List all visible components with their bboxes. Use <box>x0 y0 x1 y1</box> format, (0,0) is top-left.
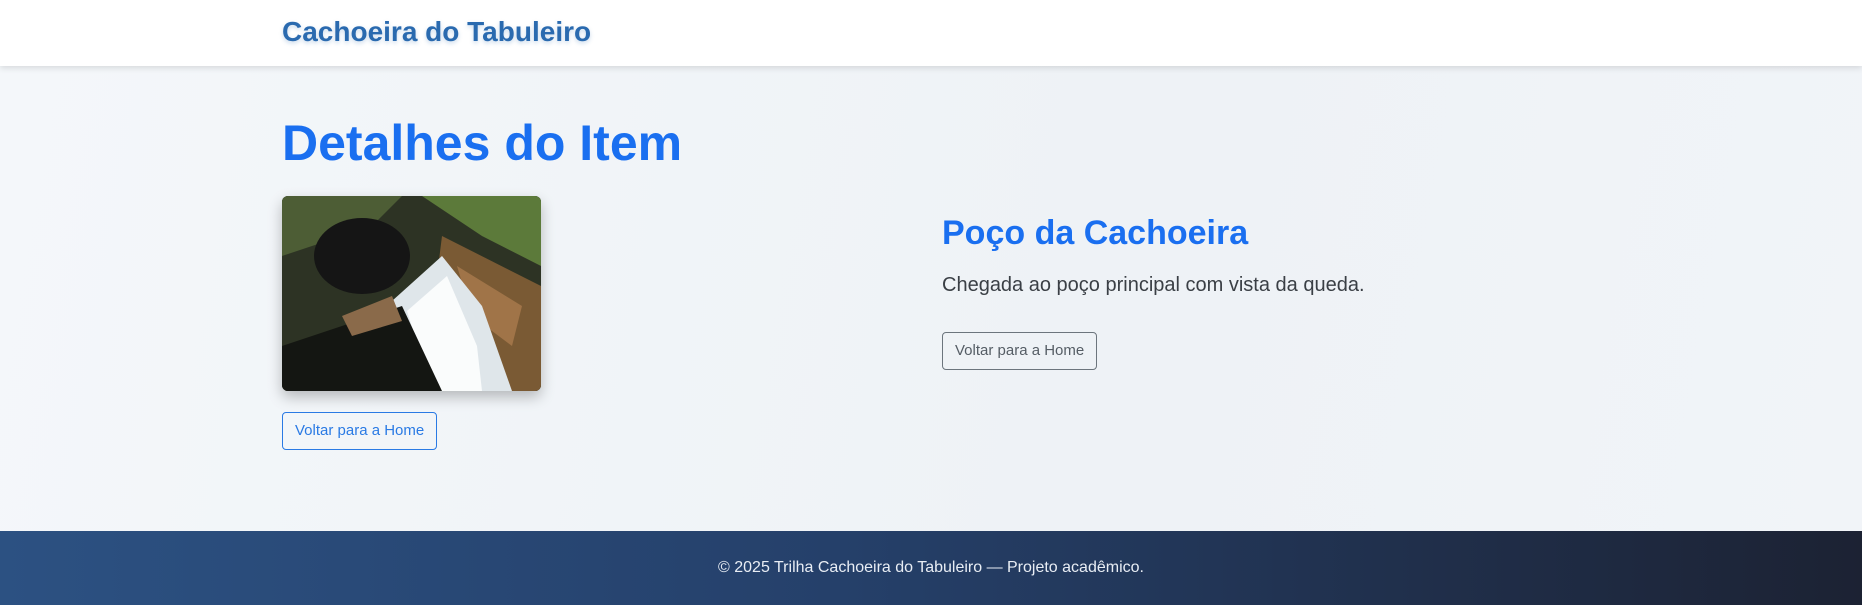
page-title: Detalhes do Item <box>282 115 683 171</box>
brand-link[interactable]: Cachoeira do Tabuleiro <box>282 16 591 48</box>
navbar: Cachoeira do Tabuleiro <box>0 0 1862 66</box>
footer: © 2025 Trilha Cachoeira do Tabuleiro — P… <box>0 531 1862 605</box>
footer-text: © 2025 Trilha Cachoeira do Tabuleiro — P… <box>718 559 1144 576</box>
back-home-button[interactable]: Voltar para a Home <box>282 412 438 450</box>
waterfall-image <box>282 196 541 391</box>
waterfall-photo <box>282 196 541 391</box>
item-back-home-button[interactable]: Voltar para a Home <box>942 332 1098 370</box>
item-title: Poço da Cachoeira <box>942 214 1249 252</box>
main-content: Detalhes do Item Voltar para a Home Poço… <box>0 66 1862 531</box>
item-description: Chegada ao poço principal com vista da q… <box>942 274 1365 296</box>
